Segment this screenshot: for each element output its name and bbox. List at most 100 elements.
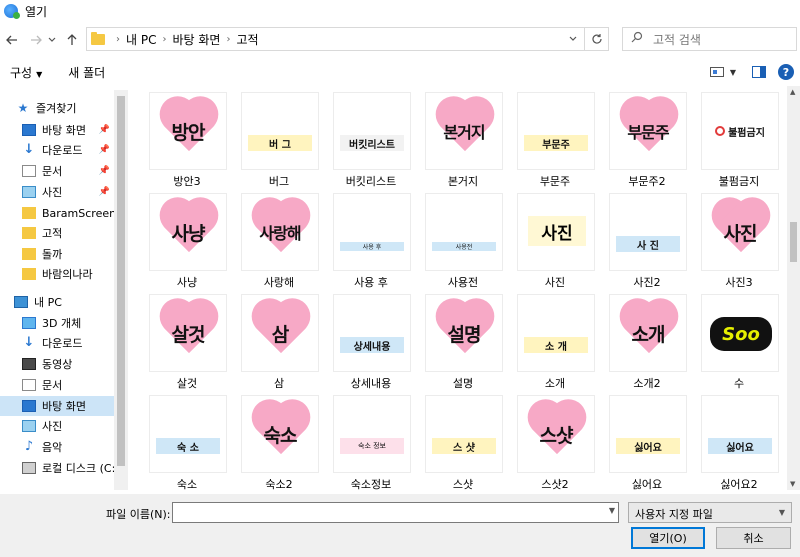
thumbnail-text: 사용 후 — [362, 244, 382, 251]
file-list-scrollbar[interactable]: ▲ ▼ — [787, 86, 800, 490]
sidebar-item-music[interactable]: ♪ 음악 — [0, 437, 114, 457]
scrollbar-thumb[interactable] — [117, 96, 125, 466]
breadcrumb-current[interactable]: 고적 — [236, 31, 258, 48]
cancel-button[interactable]: 취소 — [716, 527, 791, 549]
arrow-right-icon — [31, 35, 42, 45]
file-item[interactable]: 소 개 소개 — [509, 294, 601, 394]
file-item[interactable]: 사용 후 사용 후 — [325, 193, 417, 293]
filename-label: 파일 이름(N): — [106, 508, 171, 521]
file-item[interactable]: 방안 방안3 — [141, 92, 233, 192]
sidebar-item-label: 바탕 화면 — [42, 400, 86, 413]
sidebar-item-quick-access[interactable]: ★ 즐겨찾기 — [0, 98, 114, 118]
file-item[interactable]: 숙소 정보 숙소정보 — [325, 395, 417, 490]
file-item[interactable]: 사랑해 사랑해 — [233, 193, 325, 293]
refresh-button[interactable] — [584, 28, 608, 50]
thumbnail-text: 설명 — [447, 323, 482, 346]
file-item[interactable]: 스샷 스샷2 — [509, 395, 601, 490]
sidebar-item-local-disk[interactable]: 로컬 디스크 (C:) — [0, 458, 114, 478]
sidebar-item-label: 돌까 — [42, 248, 63, 261]
breadcrumb-desktop[interactable]: 바탕 화면 — [172, 31, 220, 48]
scroll-up-icon[interactable]: ▲ — [790, 88, 795, 96]
sidebar-item-label: 3D 개체 — [42, 317, 82, 330]
thumbnail-text: Soo — [722, 323, 760, 345]
address-bar[interactable]: › 내 PC › 바탕 화면 › 고적 — [86, 27, 609, 51]
address-dropdown-button[interactable] — [564, 28, 582, 50]
sidebar-item-this-pc[interactable]: 내 PC — [0, 292, 114, 312]
file-type-value: 사용자 지정 파일 — [635, 508, 713, 521]
download-icon: ↓ — [23, 335, 35, 350]
download-icon: ↓ — [23, 142, 35, 157]
sidebar-item-dolkka[interactable]: 돌까 — [0, 244, 114, 264]
search-box[interactable]: 고적 검색 — [622, 27, 797, 51]
sidebar-item-pc-pictures[interactable]: 사진 — [0, 416, 114, 436]
up-button[interactable] — [62, 30, 82, 50]
sidebar-item-pc-desktop[interactable]: 바탕 화면 — [0, 396, 114, 416]
file-item[interactable]: 부문주 부문주2 — [601, 92, 693, 192]
sidebar-item-pc-documents[interactable]: 문서 — [0, 375, 114, 395]
sidebar-item-documents[interactable]: 문서 📌 — [0, 161, 114, 181]
file-item[interactable]: 스 샷 스샷 — [417, 395, 509, 490]
file-item[interactable]: 싫어요 싫어요2 — [693, 395, 785, 490]
file-item[interactable]: Soo 수 — [693, 294, 785, 394]
file-type-select[interactable]: 사용자 지정 파일 ▼ — [628, 502, 792, 523]
file-item[interactable]: 싫어요 싫어요 — [601, 395, 693, 490]
recent-locations-button[interactable] — [46, 30, 58, 50]
file-item[interactable]: 살것 살것 — [141, 294, 233, 394]
file-item[interactable]: 불펌금지 불펌금지 — [693, 92, 785, 192]
file-name: 본거지 — [447, 175, 479, 188]
file-thumbnail: 소개 — [609, 294, 687, 372]
sidebar-item-pictures[interactable]: 사진 📌 — [0, 182, 114, 202]
sidebar-item-baram[interactable]: 바람의나라 — [0, 264, 114, 284]
scrollbar-thumb[interactable] — [790, 222, 797, 262]
sidebar-item-label: 로컬 디스크 (C:) — [42, 462, 114, 475]
sidebar-item-baramscreenshot[interactable]: BaramScreenSho — [0, 203, 114, 223]
breadcrumb-this-pc[interactable]: 내 PC — [126, 31, 156, 48]
organize-button[interactable]: 구성 ▼ — [10, 64, 42, 81]
prohibited-icon — [715, 126, 726, 136]
file-item[interactable]: 소개 소개2 — [601, 294, 693, 394]
preview-pane-icon[interactable] — [752, 66, 766, 78]
file-item[interactable]: 숙 소 숙소 — [141, 395, 233, 490]
sidebar-item-label: 바탕 화면 — [42, 124, 86, 137]
file-item[interactable]: 사진 사진 — [509, 193, 601, 293]
file-item[interactable]: 숙소 숙소2 — [233, 395, 325, 490]
sidebar-item-videos[interactable]: 동영상 — [0, 354, 114, 374]
file-item[interactable]: 사진 사진3 — [693, 193, 785, 293]
chevron-down-icon[interactable]: ▼ — [730, 68, 736, 77]
open-button[interactable]: 열기(O) — [631, 527, 705, 549]
file-name: 삼 — [273, 377, 285, 390]
star-icon: ★ — [17, 101, 29, 115]
folder-icon — [22, 248, 36, 260]
sidebar-item-desktop[interactable]: 바탕 화면 📌 — [0, 120, 114, 140]
file-item[interactable]: 사냥 사냥 — [141, 193, 233, 293]
file-item[interactable]: 상세내용 상세내용 — [325, 294, 417, 394]
file-name: 사용 후 — [354, 276, 388, 289]
folder-icon — [22, 227, 36, 239]
file-item[interactable]: 버 그 버그 — [233, 92, 325, 192]
thumbnail-label: 숙소 정보 — [340, 438, 404, 454]
back-button[interactable] — [2, 30, 22, 50]
file-thumbnail: 사랑해 — [241, 193, 319, 271]
file-item[interactable]: 버킷리스트 버킷리스트 — [325, 92, 417, 192]
sidebar-scrollbar[interactable] — [114, 90, 128, 490]
file-item[interactable]: 삼삼 — [233, 294, 325, 394]
view-mode-icon[interactable] — [709, 67, 724, 77]
thumbnail-label: 버 그 — [248, 135, 312, 151]
forward-button[interactable] — [26, 30, 46, 50]
folder-icon — [91, 31, 105, 45]
sidebar-item-gojeok[interactable]: 고적 — [0, 223, 114, 243]
chevron-down-icon[interactable]: ▼ — [609, 506, 615, 515]
sidebar-item-downloads[interactable]: ↓ 다운로드 📌 — [0, 140, 114, 160]
file-item[interactable]: 설명 설명 — [417, 294, 509, 394]
pin-icon: 📌 — [98, 145, 110, 155]
sidebar-item-pc-downloads[interactable]: ↓ 다운로드 — [0, 333, 114, 353]
new-folder-button[interactable]: 새 폴더 — [68, 64, 105, 81]
sidebar-item-3d-objects[interactable]: 3D 개체 — [0, 313, 114, 333]
file-item[interactable]: 부문주 부문주 — [509, 92, 601, 192]
scroll-down-icon[interactable]: ▼ — [790, 480, 795, 488]
file-item[interactable]: 사 진 사진2 — [601, 193, 693, 293]
file-item[interactable]: 본거지 본거지 — [417, 92, 509, 192]
filename-input[interactable]: ▼ — [172, 502, 619, 523]
file-item[interactable]: 사용전 사용전 — [417, 193, 509, 293]
help-icon[interactable]: ? — [778, 64, 794, 80]
